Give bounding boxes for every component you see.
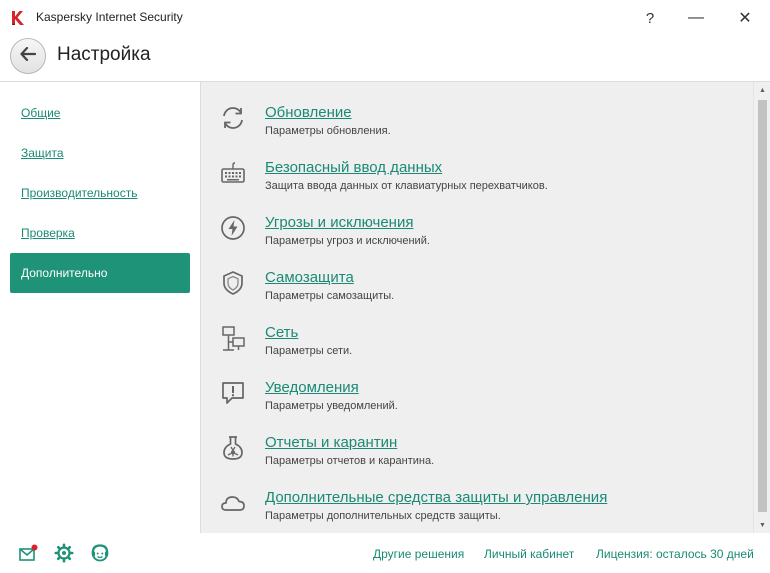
other-solutions-link[interactable]: Другие решения: [373, 547, 464, 561]
setting-threats-link[interactable]: Угрозы и исключения: [265, 214, 413, 231]
setting-update-description: Параметры обновления.: [265, 125, 391, 137]
notification-icon: [219, 379, 247, 407]
settings-gear-icon[interactable]: [54, 543, 74, 563]
update-icon: [219, 104, 247, 132]
network-icon: [219, 324, 247, 352]
arrow-left-icon: [20, 46, 37, 66]
threats-icon: [219, 214, 247, 242]
setting-network-link[interactable]: Сеть: [265, 324, 298, 341]
setting-network: Сеть Параметры сети.: [201, 302, 751, 357]
footer-bar: Другие решения Личный кабинет Лицензия: …: [0, 533, 770, 573]
sidebar-item-additional[interactable]: Дополнительно: [10, 253, 190, 293]
close-button[interactable]: ✕: [722, 0, 768, 36]
page-title: Настройка: [57, 44, 151, 65]
setting-threats: Угрозы и исключения Параметры угроз и ис…: [201, 192, 751, 247]
setting-additional-tools-link[interactable]: Дополнительные средства защиты и управле…: [265, 489, 607, 506]
license-link[interactable]: Лицензия: осталось 30 дней: [596, 547, 754, 561]
support-icon[interactable]: [90, 543, 110, 563]
cloud-icon: [219, 489, 247, 517]
title-bar: Kaspersky Internet Security ? — ✕: [0, 0, 770, 36]
sidebar-item-scan[interactable]: Проверка: [10, 213, 190, 253]
sidebar: Общие Защита Производительность Проверка…: [0, 81, 200, 533]
setting-notifications: Уведомления Параметры уведомлений.: [201, 357, 751, 412]
setting-network-description: Параметры сети.: [265, 345, 353, 357]
page-header: Настройка: [0, 36, 770, 81]
mail-icon[interactable]: [18, 543, 38, 563]
setting-reports-quarantine-description: Параметры отчетов и карантина.: [265, 455, 435, 467]
sidebar-item-protection[interactable]: Защита: [10, 133, 190, 173]
back-button[interactable]: [10, 38, 46, 74]
scroll-up-arrow-icon[interactable]: ▲: [754, 82, 770, 98]
kaspersky-logo-icon: [10, 10, 26, 26]
setting-notifications-description: Параметры уведомлений.: [265, 400, 398, 412]
setting-additional-tools: Дополнительные средства защиты и управле…: [201, 467, 751, 522]
setting-secure-input: Безопасный ввод данных Защита ввода данн…: [201, 137, 751, 192]
setting-threats-description: Параметры угроз и исключений.: [265, 235, 430, 247]
settings-panel: Обновление Параметры обновления. Безопас…: [200, 81, 770, 533]
setting-reports-quarantine: Отчеты и карантин Параметры отчетов и ка…: [201, 412, 751, 467]
self-defense-shield-icon: [219, 269, 247, 297]
setting-additional-tools-description: Параметры дополнительных средств защиты.: [265, 510, 501, 522]
my-account-link[interactable]: Личный кабинет: [484, 547, 574, 561]
keyboard-icon: [219, 159, 247, 187]
scrollbar-thumb[interactable]: [758, 100, 767, 512]
setting-reports-quarantine-link[interactable]: Отчеты и карантин: [265, 434, 397, 451]
setting-self-defense-description: Параметры самозащиты.: [265, 290, 395, 302]
sidebar-item-performance[interactable]: Производительность: [10, 173, 190, 213]
setting-secure-input-description: Защита ввода данных от клавиатурных пере…: [265, 180, 548, 192]
reports-quarantine-flask-icon: [219, 434, 247, 462]
setting-self-defense: Самозащита Параметры самозащиты.: [201, 247, 751, 302]
vertical-scrollbar[interactable]: ▲ ▼: [753, 82, 770, 533]
minimize-button[interactable]: —: [673, 0, 719, 36]
setting-update-link[interactable]: Обновление: [265, 104, 352, 121]
help-button[interactable]: ?: [627, 0, 673, 36]
setting-secure-input-link[interactable]: Безопасный ввод данных: [265, 159, 442, 176]
app-window: Kaspersky Internet Security ? — ✕ Настро…: [0, 0, 770, 573]
setting-notifications-link[interactable]: Уведомления: [265, 379, 359, 396]
scroll-down-arrow-icon[interactable]: ▼: [754, 517, 770, 533]
window-title: Kaspersky Internet Security: [36, 10, 183, 24]
setting-update: Обновление Параметры обновления.: [201, 82, 751, 137]
sidebar-item-general[interactable]: Общие: [10, 93, 190, 133]
setting-self-defense-link[interactable]: Самозащита: [265, 269, 354, 286]
